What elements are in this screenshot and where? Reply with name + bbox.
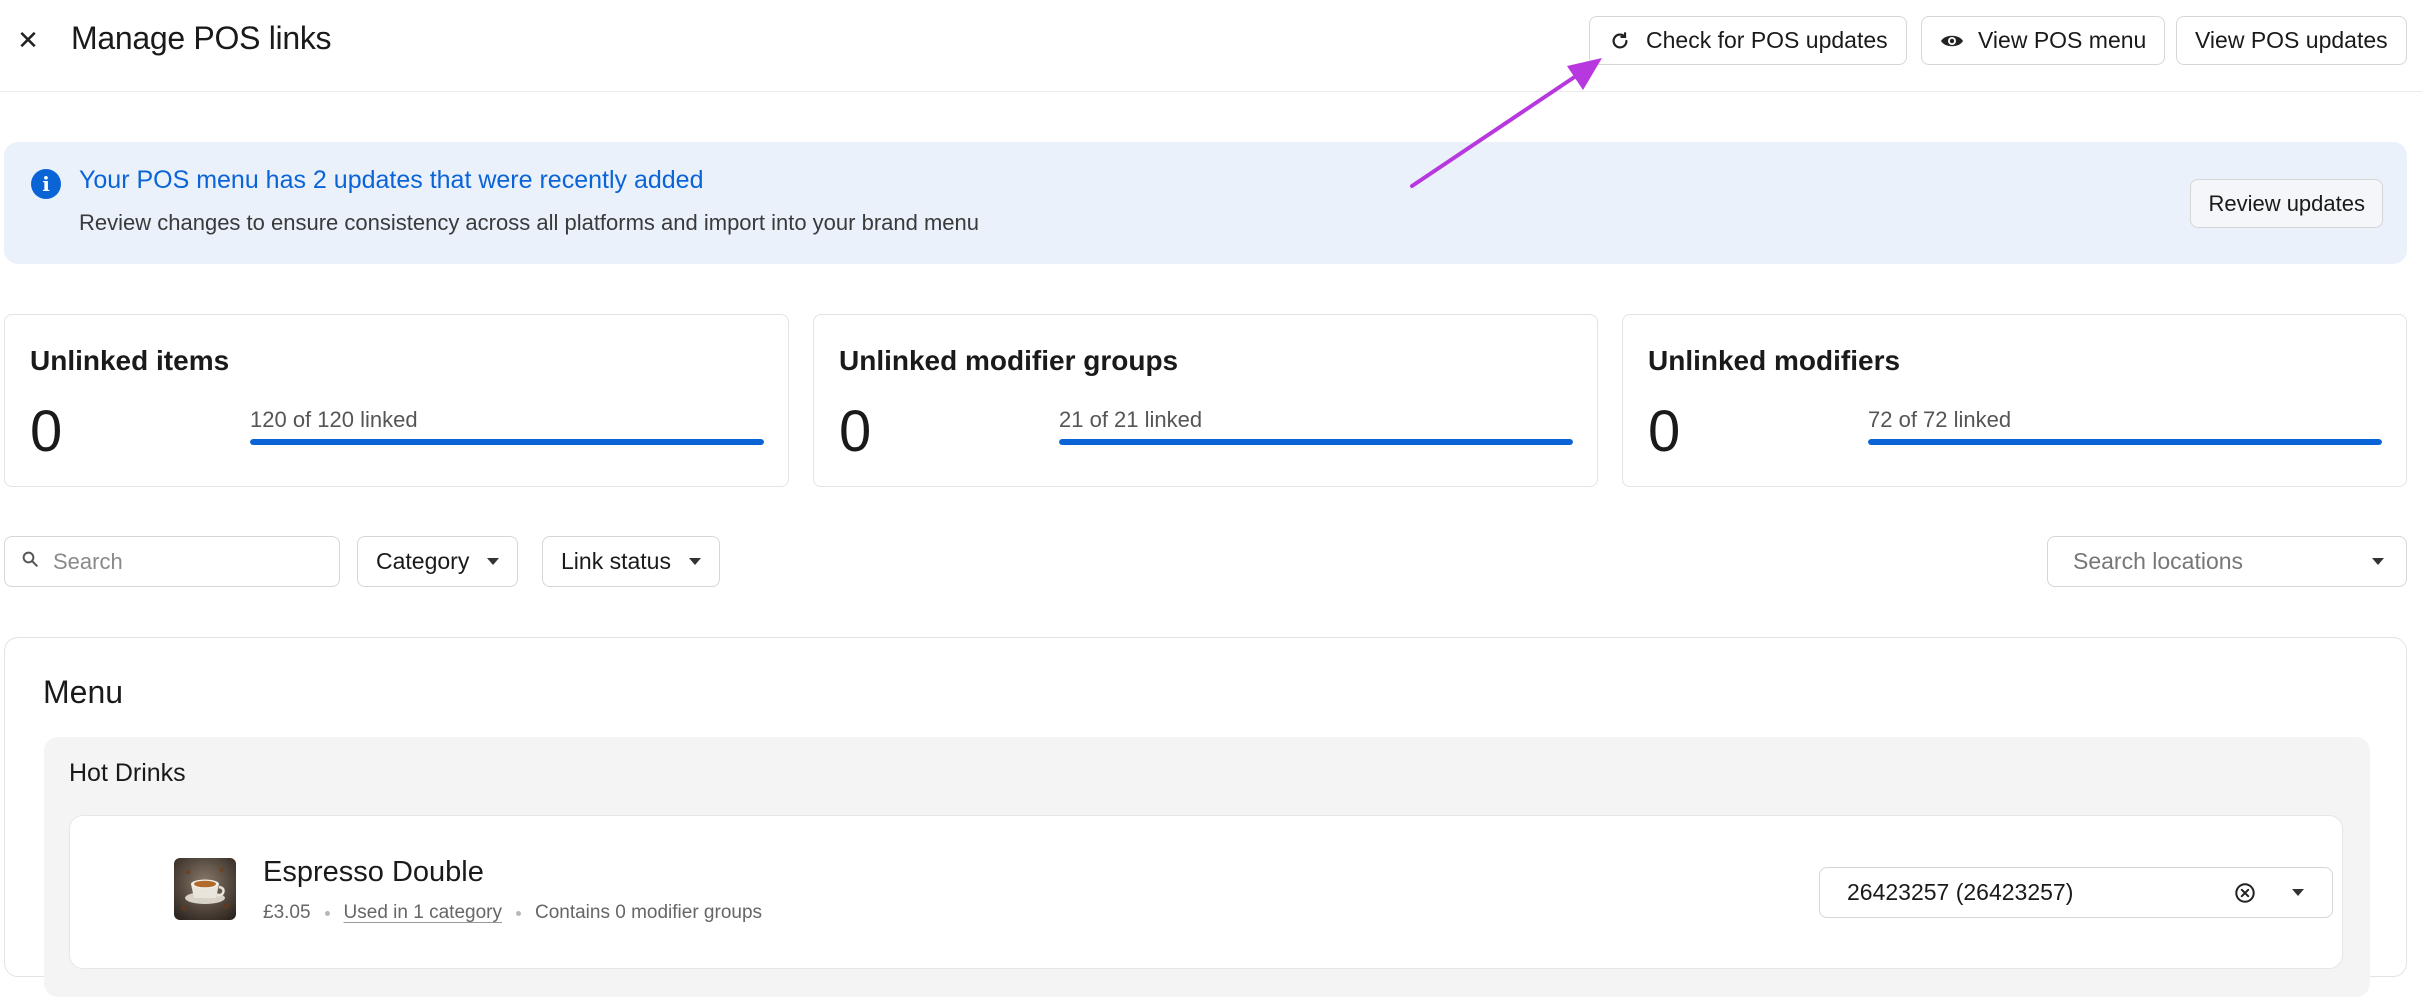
pos-link-select[interactable]: 26423257 (26423257)	[1819, 867, 2333, 918]
pos-link-value: 26423257 (26423257)	[1847, 879, 2074, 905]
stat-progress-bar	[1868, 439, 2382, 445]
menu-title: Menu	[43, 674, 124, 710]
search-locations-placeholder: Search locations	[2073, 548, 2244, 574]
stat-linked-text: 120 of 120 linked	[250, 407, 418, 432]
item-name: Espresso Double	[263, 856, 484, 888]
view-pos-menu-label: View POS menu	[1978, 27, 2147, 53]
stat-card-unlinked-modifiers: Unlinked modifiers 0 72 of 72 linked	[1622, 314, 2407, 487]
review-updates-button[interactable]: Review updates	[2190, 179, 2383, 228]
chevron-down-icon	[2292, 889, 2304, 896]
info-icon: i	[31, 169, 61, 199]
search-icon	[21, 550, 39, 573]
stat-progress-bar	[1059, 439, 1573, 445]
stat-title: Unlinked modifiers	[1648, 345, 1901, 376]
search-locations-select[interactable]: Search locations	[2047, 536, 2407, 587]
view-pos-updates-label: View POS updates	[2195, 27, 2388, 53]
link-status-filter[interactable]: Link status	[542, 536, 720, 587]
item-meta: £3.05 Used in 1 category Contains 0 modi…	[263, 902, 762, 924]
close-icon[interactable]: ✕	[14, 22, 42, 58]
item-thumbnail	[174, 858, 236, 920]
stat-count: 0	[839, 399, 872, 464]
stat-title: Unlinked modifier groups	[839, 345, 1179, 376]
search-input[interactable]	[51, 547, 321, 576]
updates-banner: i Your POS menu has 2 updates that were …	[4, 142, 2407, 264]
chevron-down-icon	[2372, 558, 2384, 565]
stat-card-unlinked-modifier-groups: Unlinked modifier groups 0 21 of 21 link…	[813, 314, 1598, 487]
check-pos-updates-label: Check for POS updates	[1646, 27, 1888, 53]
category-panel-hot-drinks: Hot Drinks Espresso Double £3.05 Used in…	[44, 737, 2370, 997]
page-title: Manage POS links	[71, 20, 332, 56]
chevron-down-icon	[688, 558, 701, 565]
category-title: Hot Drinks	[69, 759, 186, 787]
stat-title: Unlinked items	[30, 345, 230, 376]
stat-count: 0	[30, 399, 63, 464]
eye-icon	[1940, 29, 1964, 53]
stat-linked-text: 21 of 21 linked	[1059, 407, 1203, 432]
link-status-filter-label: Link status	[561, 548, 671, 574]
item-price: £3.05	[263, 902, 311, 923]
stat-linked-text: 72 of 72 linked	[1868, 407, 2012, 432]
category-filter[interactable]: Category	[357, 536, 519, 587]
view-pos-menu-button[interactable]: View POS menu	[1921, 16, 2166, 65]
page-header: ✕ Manage POS links Check for POS updates…	[0, 0, 2422, 92]
chevron-down-icon	[487, 558, 500, 565]
stat-progress-fill	[250, 439, 764, 445]
search-box	[4, 536, 340, 587]
check-pos-updates-button[interactable]: Check for POS updates	[1589, 16, 1907, 65]
stat-progress-fill	[1868, 439, 2382, 445]
menu-item-row[interactable]: Espresso Double £3.05 Used in 1 category…	[69, 815, 2343, 969]
clear-circle-icon[interactable]	[2234, 882, 2256, 904]
menu-section: Menu Hot Drinks Espresso Double £3.05 Us…	[4, 637, 2407, 997]
category-filter-label: Category	[376, 548, 470, 574]
modifier-groups-count: Contains 0 modifier groups	[534, 902, 763, 923]
stat-progress-bar	[250, 439, 764, 445]
used-in-category-link[interactable]: Used in 1 category	[344, 902, 502, 924]
view-pos-updates-button[interactable]: View POS updates	[2176, 16, 2407, 65]
banner-text: Review changes to ensure consistency acr…	[79, 210, 980, 235]
stat-count: 0	[1648, 399, 1681, 464]
banner-title: Your POS menu has 2 updates that were re…	[79, 166, 704, 194]
separator-dot	[515, 910, 521, 916]
separator-dot	[324, 910, 330, 916]
stat-progress-fill	[1059, 439, 1573, 445]
refresh-icon	[1608, 29, 1632, 53]
stat-card-unlinked-items: Unlinked items 0 120 of 120 linked	[4, 314, 789, 487]
